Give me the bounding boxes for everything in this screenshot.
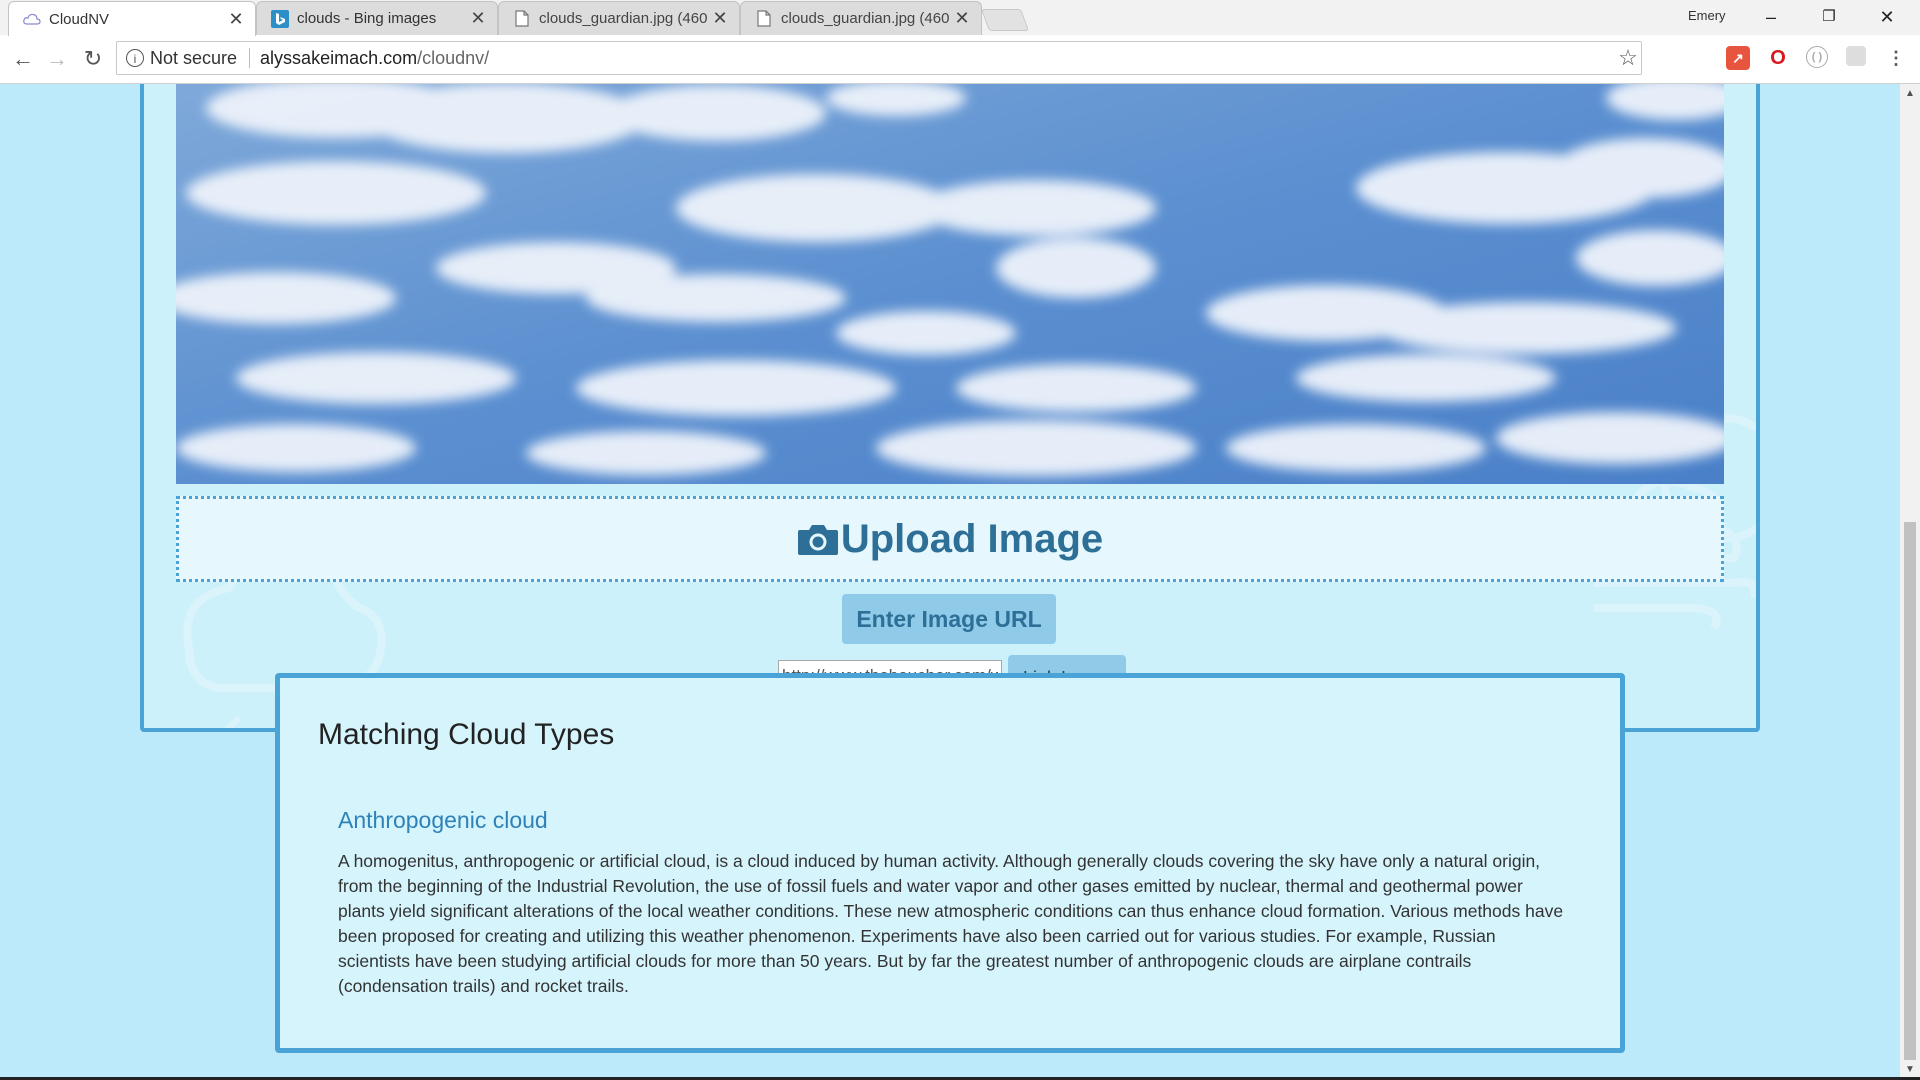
tab-clouds-guardian-2[interactable]: clouds_guardian.jpg (460 ✕: [740, 1, 982, 35]
file-icon: [755, 10, 773, 28]
extension-red-icon[interactable]: ↗: [1726, 46, 1750, 70]
page-viewport: Upload Image Enter Image URL Link Image …: [0, 84, 1900, 1077]
cloud-image: [176, 84, 1724, 484]
file-icon: [513, 10, 531, 28]
extension-circle-icon[interactable]: ( ): [1806, 46, 1828, 68]
tab-strip: CloudNV ✕ clouds - Bing images ✕ clouds_…: [0, 0, 1920, 36]
bing-favicon-icon: [271, 9, 289, 28]
cloud-favicon-icon: [23, 10, 41, 28]
opera-icon[interactable]: O: [1766, 46, 1790, 70]
scroll-down-arrow-icon[interactable]: ▼: [1900, 1064, 1920, 1075]
cloud-type-description: A homogenitus, anthropogenic or artifici…: [338, 851, 1564, 996]
info-icon[interactable]: i: [126, 49, 144, 67]
minimize-icon[interactable]: –: [1748, 4, 1794, 30]
forward-arrow-icon[interactable]: →: [44, 46, 70, 72]
camera-icon: [797, 525, 838, 555]
tab-close-icon[interactable]: ✕: [711, 8, 729, 29]
scrollbar-thumb[interactable]: [1904, 522, 1916, 1060]
tab-title: clouds_guardian.jpg (460: [781, 10, 950, 27]
tab-title: clouds_guardian.jpg (460: [539, 10, 708, 27]
url-domain: alyssakeimach.com: [260, 47, 418, 68]
upload-image-label: Upload Image: [840, 516, 1104, 561]
tab-title: CloudNV: [49, 10, 110, 28]
menu-dots-icon[interactable]: ⋮: [1884, 46, 1908, 70]
restore-icon[interactable]: ❐: [1806, 4, 1852, 30]
tab-close-icon[interactable]: ✕: [227, 9, 245, 30]
address-bar[interactable]: i Not secure alyssakeimach.com/cloudnv/ …: [116, 41, 1642, 75]
tab-clouds-guardian-1[interactable]: clouds_guardian.jpg (460 ✕: [498, 1, 740, 35]
results-heading: Matching Cloud Types: [318, 718, 615, 751]
tab-close-icon[interactable]: ✕: [953, 8, 971, 29]
tab-close-icon[interactable]: ✕: [469, 8, 487, 29]
upload-dropzone[interactable]: Upload Image: [176, 496, 1724, 582]
url-text[interactable]: alyssakeimach.com/cloudnv/: [260, 48, 1615, 69]
back-arrow-icon[interactable]: ←: [10, 46, 36, 72]
scroll-up-arrow-icon[interactable]: ▲: [1900, 88, 1920, 99]
tab-cloudnv[interactable]: CloudNV ✕: [8, 1, 256, 36]
bookmark-star-icon[interactable]: ☆: [1615, 45, 1641, 71]
profile-name[interactable]: Emery: [1688, 8, 1726, 23]
address-divider: [249, 48, 251, 68]
upload-card: Upload Image Enter Image URL Link Image: [140, 84, 1760, 732]
extension-puzzle-icon[interactable]: [1846, 46, 1866, 66]
cloud-type-name[interactable]: Anthropogenic cloud: [338, 807, 548, 834]
security-label[interactable]: Not secure: [150, 48, 237, 69]
browser-toolbar: ← → ↻ i Not secure alyssakeimach.com/clo…: [0, 35, 1920, 84]
new-tab-button[interactable]: [980, 9, 1030, 31]
vertical-scrollbar[interactable]: ▲ ▼: [1900, 84, 1920, 1077]
tab-title: clouds - Bing images: [297, 10, 437, 27]
matching-cloud-types-card: Matching Cloud Types Anthropogenic cloud…: [275, 673, 1625, 1053]
reload-icon[interactable]: ↻: [80, 46, 106, 72]
tab-bing-images[interactable]: clouds - Bing images ✕: [256, 1, 498, 35]
window-close-icon[interactable]: ✕: [1864, 4, 1910, 30]
url-path: /cloudnv/: [417, 47, 490, 68]
enter-image-url-button[interactable]: Enter Image URL: [842, 594, 1056, 644]
